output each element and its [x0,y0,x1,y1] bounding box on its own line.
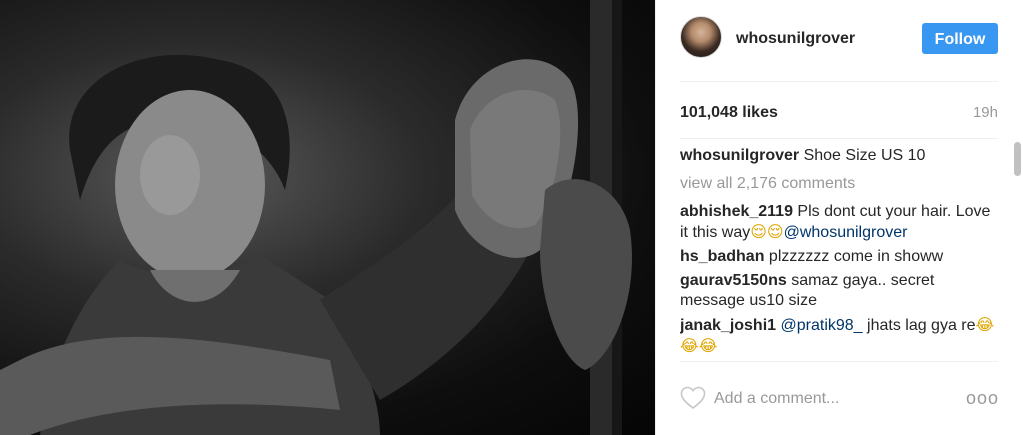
photo-face-highlight [140,135,200,215]
add-comment-input[interactable] [712,386,936,412]
follow-button[interactable]: Follow [922,23,998,54]
comment-text: plzzzzzz come in showw [768,248,944,265]
likes-count[interactable]: 101,048 likes [680,104,778,122]
heart-outline-path [680,386,706,410]
comment-mention[interactable]: @whosunilgrover [784,224,908,241]
divider [680,361,998,362]
caption-username[interactable]: whosunilgrover [680,147,799,164]
comment-item: hs_badhan plzzzzzz come in showw [680,247,996,267]
view-all-comments-link[interactable]: view all 2,176 comments [680,174,996,194]
comments-scrollbar[interactable] [1014,140,1021,362]
post-photo[interactable] [0,0,655,435]
comment-text: jhats lag gya re [867,317,976,334]
comment-username[interactable]: janak_joshi1 [680,317,776,334]
post-header: whosunilgrover Follow [680,16,998,82]
comment-username[interactable]: gaurav5150ns [680,272,787,289]
caption-text: Shoe Size US 10 [803,147,926,164]
comment-username[interactable]: hs_badhan [680,248,764,265]
post-sidebar: whosunilgrover Follow 101,048 likes 19h … [655,0,1023,435]
instagram-post: whosunilgrover Follow 101,048 likes 19h … [0,0,1023,435]
caption: whosunilgrover Shoe Size US 10 [680,146,996,166]
heart-outline-icon[interactable] [680,386,706,410]
comment-item: abhishek_2119 Pls dont cut your hair. Lo… [680,202,996,243]
scrollbar-thumb[interactable] [1014,142,1021,176]
comment-item: gaurav5150ns samaz gaya.. secret message… [680,271,996,311]
likes-row: 101,048 likes 19h [680,104,998,126]
comment-mention[interactable]: @pratik98_ [781,317,863,334]
post-username[interactable]: whosunilgrover [736,30,855,48]
post-time[interactable]: 19h [973,104,998,121]
more-options-icon[interactable]: ooo [966,389,999,407]
comments-list: whosunilgrover Shoe Size US 10 view all … [680,146,996,360]
divider [680,138,998,139]
comment-emoji: 😌😌 [750,222,784,241]
photo-illustration [0,0,632,435]
comment-item: janak_joshi1 @pratik98_ jhats lag gya re… [680,315,996,357]
avatar[interactable] [680,16,722,58]
comment-username[interactable]: abhishek_2119 [680,203,793,220]
